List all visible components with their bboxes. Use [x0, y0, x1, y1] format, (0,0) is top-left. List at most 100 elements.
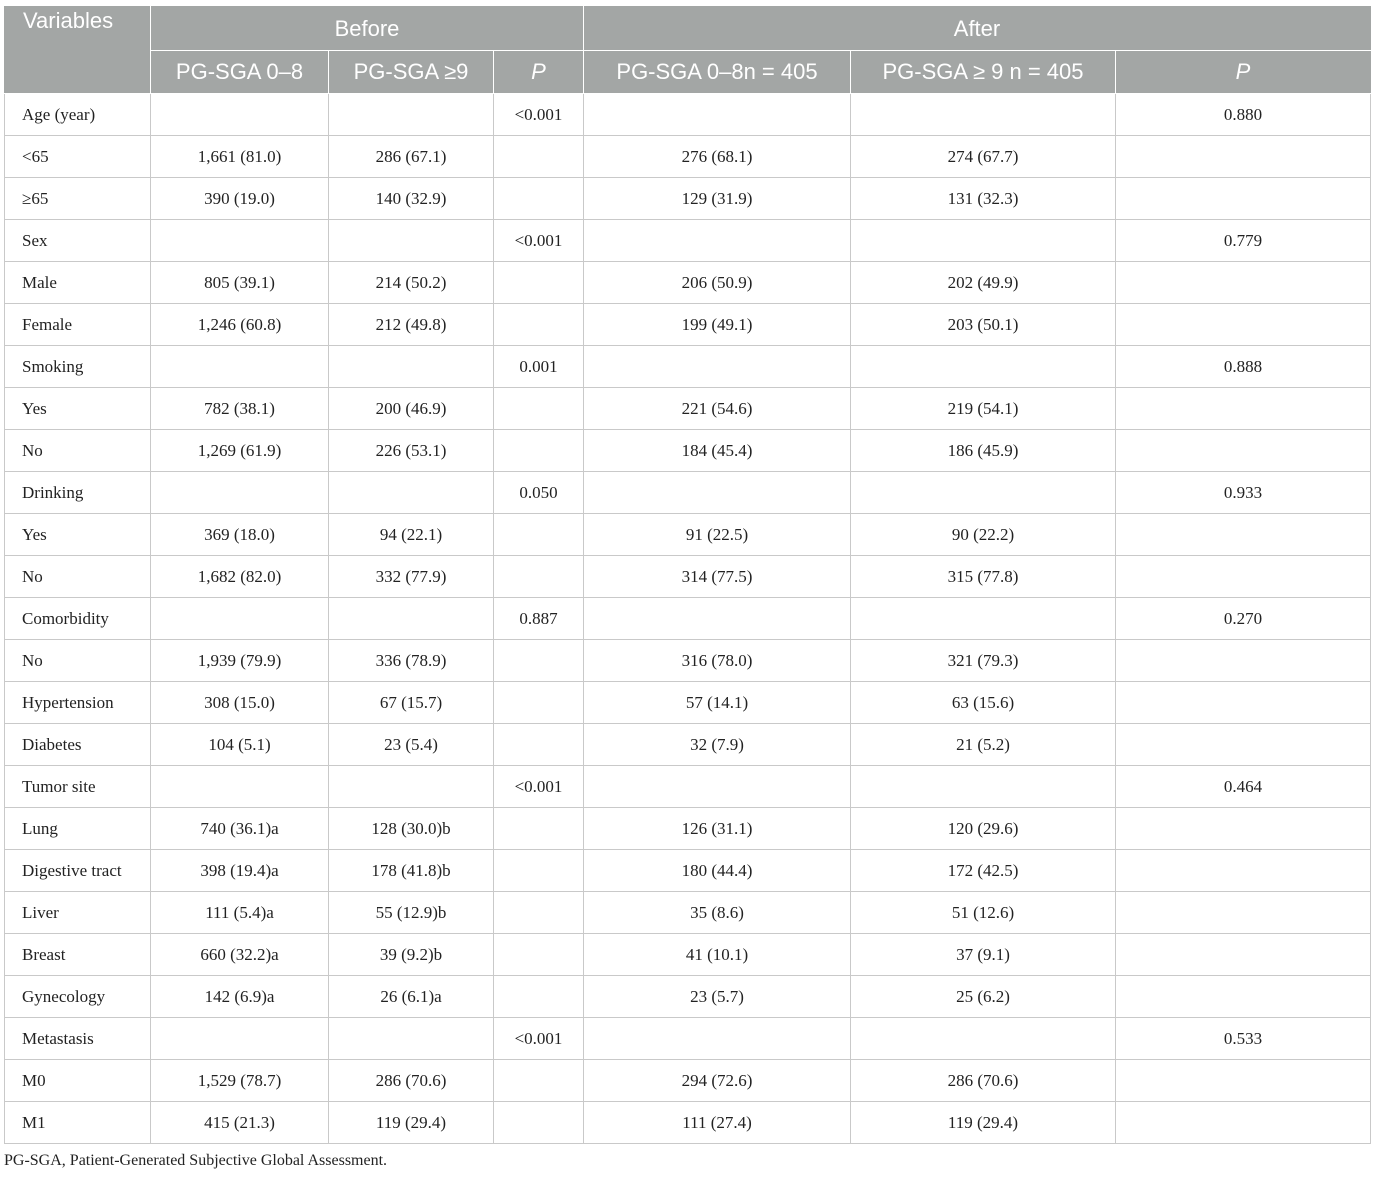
table-cell: 276 (68.1) [583, 135, 851, 178]
table-cell: 226 (53.1) [328, 429, 494, 472]
row-label: Breast [4, 933, 151, 976]
table-cell: 286 (67.1) [328, 135, 494, 178]
table-cell: 1,269 (61.9) [150, 429, 329, 472]
table-cell [150, 765, 329, 808]
table-cell: 140 (32.9) [328, 177, 494, 220]
table-cell: 203 (50.1) [850, 303, 1116, 346]
row-label: Sex [4, 219, 151, 262]
row-label: Tumor site [4, 765, 151, 808]
table-cell [493, 807, 584, 850]
table-cell: 0.270 [1114, 597, 1372, 640]
table-cell: 274 (67.7) [850, 135, 1116, 178]
table-row: No 1,269 (61.9) 226 (53.1) 184 (45.4) 186 (4… [4, 429, 1372, 472]
table-cell: 214 (50.2) [328, 261, 494, 304]
table-header: Variables Before After PG-SGA 0–8 PG-SGA… [4, 6, 1372, 94]
row-label: Gynecology [4, 975, 151, 1018]
table-cell: 0.533 [1114, 1017, 1372, 1060]
table-cell: 32 (7.9) [583, 723, 851, 766]
table-cell [1114, 639, 1372, 682]
table-cell [1114, 387, 1372, 430]
row-label: No [4, 555, 151, 598]
table-row: Gynecology 142 (6.9)a 26 (6.1)a 23 (5.7) 25 … [4, 975, 1372, 1018]
table-cell: 55 (12.9)b [328, 891, 494, 934]
header-after: After [582, 6, 1372, 51]
table-cell [493, 135, 584, 178]
table-cell [150, 93, 329, 136]
table-row: Hypertension 308 (15.0) 67 (15.7) 57 (14.1)… [4, 681, 1372, 724]
table-cell [493, 513, 584, 556]
table-cell: 415 (21.3) [150, 1101, 329, 1144]
row-label: Female [4, 303, 151, 346]
table-cell: <0.001 [493, 765, 584, 808]
table-cell [493, 975, 584, 1018]
table-cell [1114, 975, 1372, 1018]
table-cell [328, 471, 494, 514]
table-cell: <0.001 [493, 219, 584, 262]
row-label: <65 [4, 135, 151, 178]
table-cell [493, 681, 584, 724]
row-label: Metastasis [4, 1017, 151, 1060]
table-cell: 184 (45.4) [583, 429, 851, 472]
table-cell: 286 (70.6) [850, 1059, 1116, 1102]
table-body: Age (year) <0.001 0.880 <65 1,661 (81.0) 286 … [4, 93, 1372, 1144]
table-cell [493, 639, 584, 682]
row-label: Digestive tract [4, 849, 151, 892]
table-cell [493, 261, 584, 304]
table-row: Lung 740 (36.1)a 128 (30.0)b 126 (31.1) 120 … [4, 807, 1372, 850]
table-cell: 308 (15.0) [150, 681, 329, 724]
table-row: Tumor site <0.001 0.464 [4, 765, 1372, 808]
row-label: Drinking [4, 471, 151, 514]
table-cell [328, 765, 494, 808]
header-before: Before [150, 6, 584, 51]
table-cell [583, 471, 851, 514]
table-cell: 57 (14.1) [583, 681, 851, 724]
table-row: No 1,939 (79.9) 336 (78.9) 316 (78.0) 321 (7… [4, 639, 1372, 682]
table-container: Variables Before After PG-SGA 0–8 PG-SGA… [4, 6, 1372, 1170]
table-cell: 1,939 (79.9) [150, 639, 329, 682]
table-cell [1114, 933, 1372, 976]
table-cell: 0.464 [1114, 765, 1372, 808]
table-cell [850, 1017, 1116, 1060]
table-footnote: PG-SGA, Patient-Generated Subjective Glo… [4, 1152, 388, 1169]
table-cell: 23 (5.4) [328, 723, 494, 766]
table-cell: 200 (46.9) [328, 387, 494, 430]
table-cell [493, 1101, 584, 1144]
table-cell: 212 (49.8) [328, 303, 494, 346]
table-cell: 336 (78.9) [328, 639, 494, 682]
table-cell: <0.001 [493, 93, 584, 136]
table-cell [1114, 177, 1372, 220]
table-row: Age (year) <0.001 0.880 [4, 93, 1372, 136]
table-cell: 660 (32.2)a [150, 933, 329, 976]
table-cell: 25 (6.2) [850, 975, 1116, 1018]
table-cell [850, 219, 1116, 262]
table-row: Liver 111 (5.4)a 55 (12.9)b 35 (8.6) 51 (12.… [4, 891, 1372, 934]
table-cell: 1,661 (81.0) [150, 135, 329, 178]
table-cell: 221 (54.6) [583, 387, 851, 430]
table-row: Male 805 (39.1) 214 (50.2) 206 (50.9) 202 (4… [4, 261, 1372, 304]
row-label: Liver [4, 891, 151, 934]
table-cell [493, 849, 584, 892]
table-cell [150, 345, 329, 388]
row-label: Yes [4, 387, 151, 430]
table-cell [493, 723, 584, 766]
table-cell: 740 (36.1)a [150, 807, 329, 850]
table-row: Female 1,246 (60.8) 212 (49.8) 199 (49.1) 20… [4, 303, 1372, 346]
table-row: Drinking 0.050 0.933 [4, 471, 1372, 514]
table-cell: 23 (5.7) [583, 975, 851, 1018]
table-cell: 37 (9.1) [850, 933, 1116, 976]
header-after-high: PG-SGA ≥ 9 n = 405 [850, 50, 1116, 94]
table-cell: 129 (31.9) [583, 177, 851, 220]
table-row: Yes 369 (18.0) 94 (22.1) 91 (22.5) 90 (22.2) [4, 513, 1372, 556]
table-cell: 26 (6.1)a [328, 975, 494, 1018]
table-cell [1114, 135, 1372, 178]
table-cell: 178 (41.8)b [328, 849, 494, 892]
table-cell [493, 429, 584, 472]
table-cell [850, 765, 1116, 808]
table-cell [583, 597, 851, 640]
table-cell: 199 (49.1) [583, 303, 851, 346]
table-cell: 369 (18.0) [150, 513, 329, 556]
table-cell: 35 (8.6) [583, 891, 851, 934]
header-before-low: PG-SGA 0–8 [150, 50, 329, 94]
table-cell [583, 345, 851, 388]
table-cell: 316 (78.0) [583, 639, 851, 682]
